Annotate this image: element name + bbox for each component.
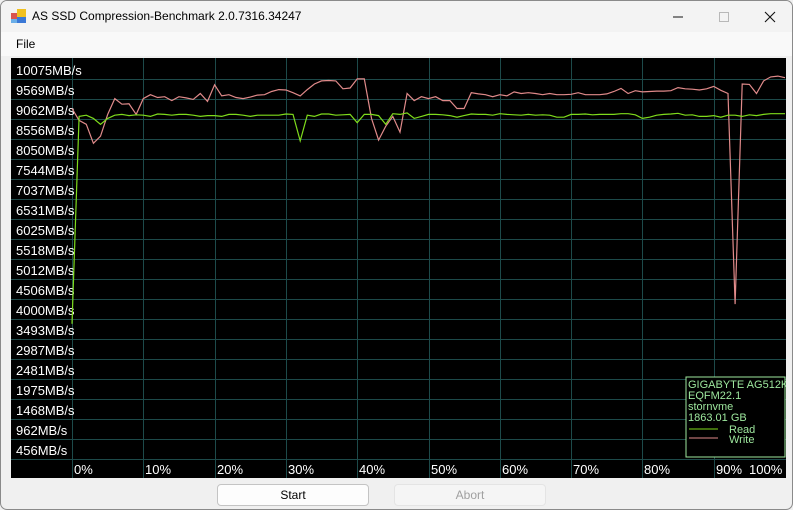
x-tick-label: 100% [749, 462, 783, 477]
y-tick-label: 962MB/s [16, 423, 68, 438]
app-icon [11, 9, 26, 23]
x-tick-label: 40% [359, 462, 385, 477]
y-tick-label: 1975MB/s [16, 383, 75, 398]
y-tick-label: 2481MB/s [16, 363, 75, 378]
close-icon [764, 11, 776, 22]
y-tick-label: 7544MB/s [16, 163, 75, 178]
y-tick-label: 6531MB/s [16, 203, 75, 218]
legend-capacity: 1863.01 GB [688, 412, 747, 424]
y-tick-label: 7037MB/s [16, 183, 75, 198]
benchmark-chart: 10075MB/s 9569MB/s 9062MB/s 8556MB/s 8050MB/… [11, 58, 789, 478]
chart-svg: 10075MB/s 9569MB/s 9062MB/s 8556MB/s 8050MB/… [11, 58, 789, 478]
y-tick-label: 5518MB/s [16, 243, 75, 258]
y-tick-label: 5012MB/s [16, 263, 75, 278]
minimize-button[interactable] [655, 1, 701, 32]
read-series-line [71, 112, 785, 324]
window-title: AS SSD Compression-Benchmark 2.0.7316.34… [32, 9, 302, 23]
x-tick-label: 90% [716, 462, 742, 477]
abort-button[interactable]: Abort [394, 484, 546, 506]
y-tick-label: 8050MB/s [16, 143, 75, 158]
x-tick-label: 80% [644, 462, 670, 477]
y-tick-label: 6025MB/s [16, 223, 75, 238]
maximize-icon [719, 11, 729, 22]
y-tick-label: 4000MB/s [16, 303, 75, 318]
x-tick-label: 50% [431, 462, 457, 477]
y-tick-label: 9569MB/s [16, 83, 75, 98]
y-tick-label: 10075MB/s [16, 63, 82, 78]
write-series-line [71, 75, 786, 305]
title-bar[interactable]: AS SSD Compression-Benchmark 2.0.7316.34… [1, 1, 792, 32]
x-tick-label: 10% [145, 462, 171, 477]
x-tick-label: 30% [288, 462, 314, 477]
start-button[interactable]: Start [217, 484, 369, 506]
minimize-icon [673, 16, 683, 17]
legend-write-label: Write [729, 434, 754, 446]
y-tick-label: 8556MB/s [16, 123, 75, 138]
y-tick-label: 2987MB/s [16, 343, 75, 358]
y-tick-label: 9062MB/s [16, 103, 75, 118]
maximize-button[interactable] [701, 1, 747, 32]
x-tick-label: 70% [573, 462, 599, 477]
x-tick-label: 60% [502, 462, 528, 477]
x-tick-label: 0% [74, 462, 93, 477]
menu-file[interactable]: File [16, 37, 35, 51]
close-button[interactable] [747, 1, 792, 32]
menu-bar: File [1, 32, 792, 56]
y-tick-label: 3493MB/s [16, 323, 75, 338]
legend: GIGABYTE AG512K EQFM22.1 stornvme 1863.0… [685, 376, 789, 458]
x-tick-label: 20% [217, 462, 243, 477]
y-tick-label: 1468MB/s [16, 403, 75, 418]
y-tick-label: 456MB/s [16, 443, 68, 458]
app-window: AS SSD Compression-Benchmark 2.0.7316.34… [0, 0, 793, 510]
y-tick-label: 4506MB/s [16, 283, 75, 298]
